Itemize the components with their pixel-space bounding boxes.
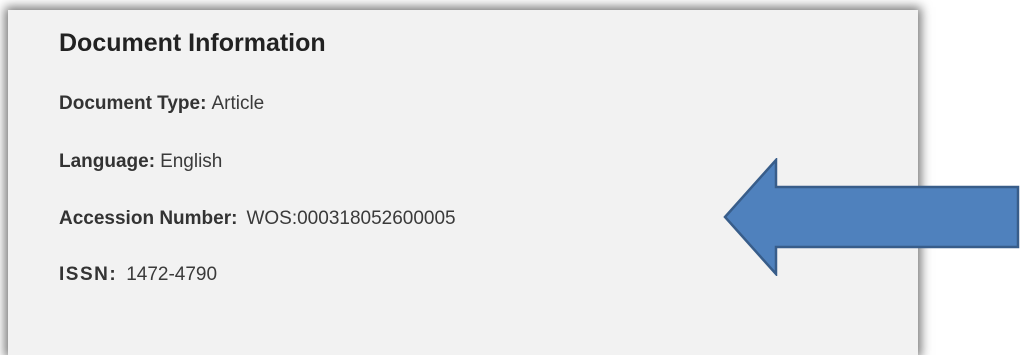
- issn-value: 1472-4790: [126, 264, 218, 285]
- left-arrow-shape: [723, 158, 1020, 276]
- issn-row: ISSN: 1472-4790: [59, 264, 217, 286]
- panel-title: Document Information: [59, 29, 326, 57]
- language-label: Language:: [59, 151, 156, 172]
- accession-number-label: Accession Number:: [59, 208, 238, 229]
- issn-label: ISSN:: [59, 264, 118, 285]
- language-value: English: [160, 151, 223, 172]
- document-type-value: Article: [211, 93, 265, 114]
- document-type-label: Document Type:: [59, 93, 207, 114]
- accession-number-value: WOS:000318052600005: [246, 208, 456, 229]
- document-type-row: Document Type: Article: [59, 93, 264, 115]
- left-arrow-icon: [723, 158, 1020, 276]
- language-row: Language: English: [59, 151, 222, 173]
- accession-number-row: Accession Number: WOS:000318052600005: [59, 208, 456, 230]
